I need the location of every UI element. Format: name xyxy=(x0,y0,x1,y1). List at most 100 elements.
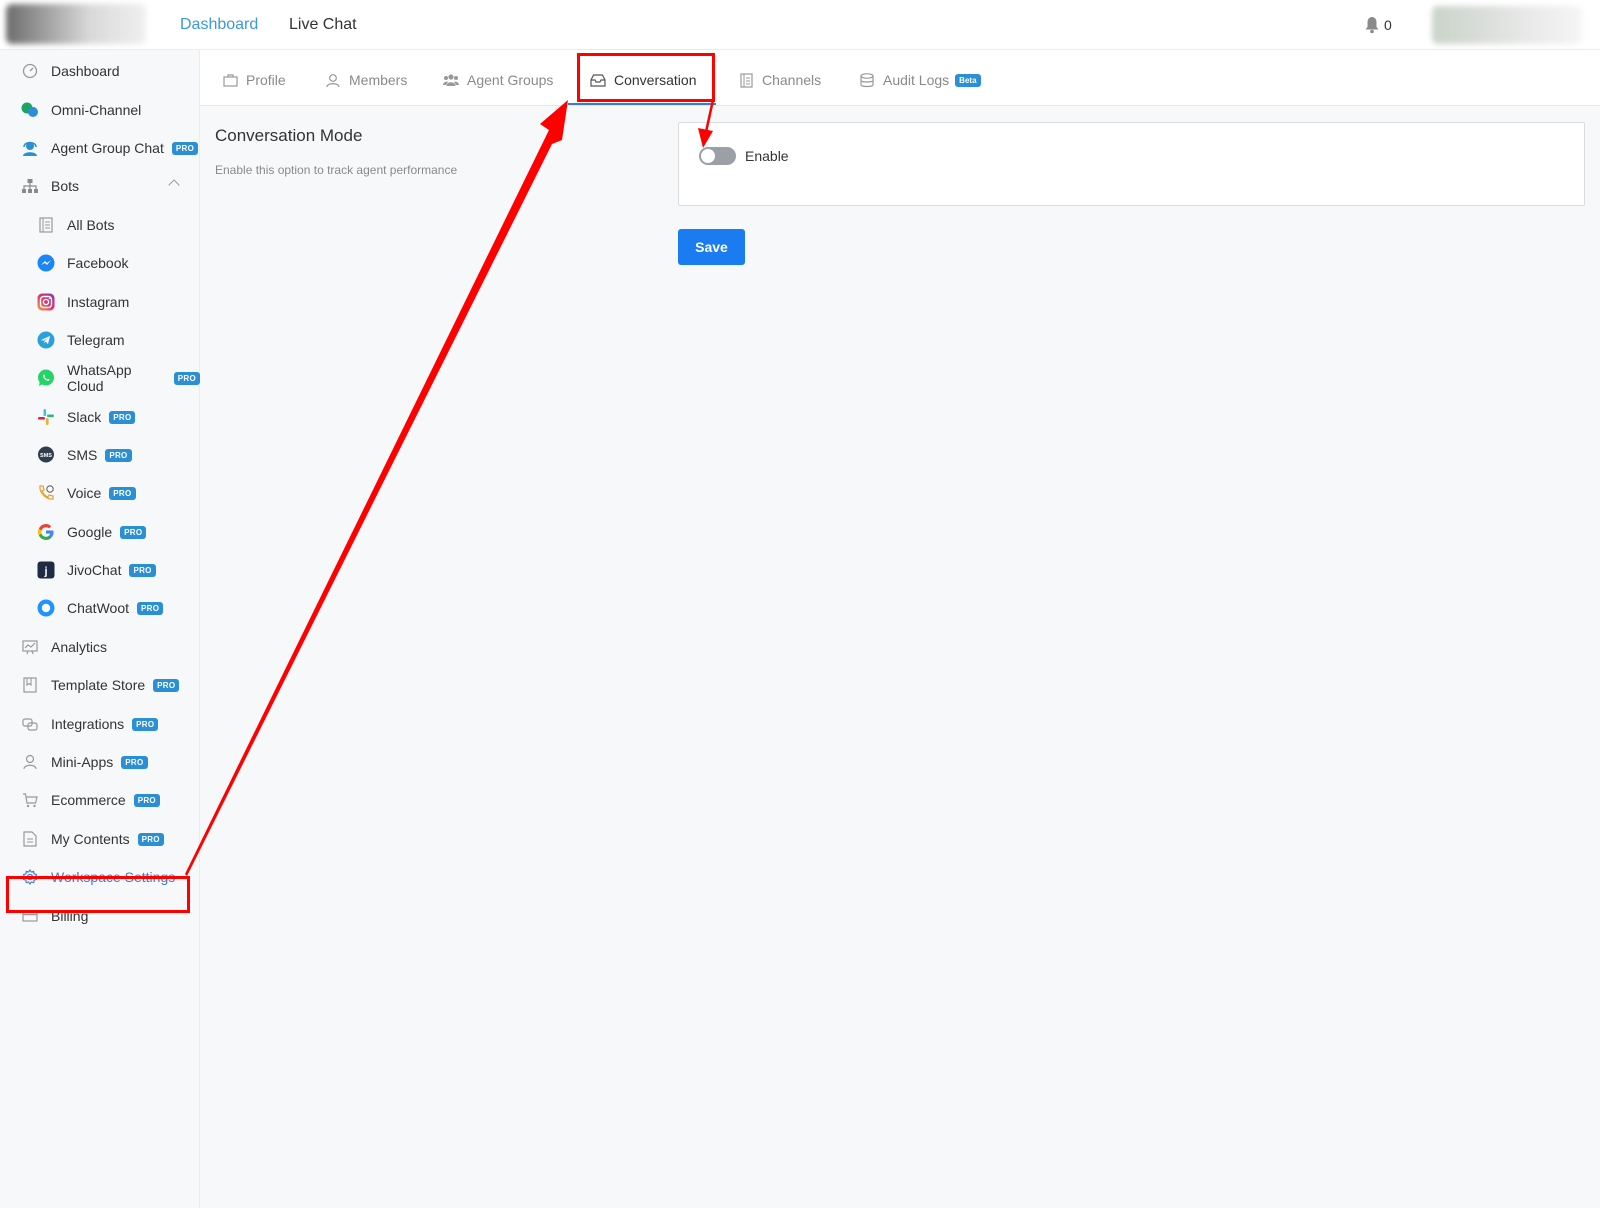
highlight-conversation-tab xyxy=(577,53,715,102)
sidebar-item-instagram[interactable]: Instagram xyxy=(0,284,200,320)
sidebar-item-label: Integrations xyxy=(51,716,125,732)
sidebar-item-label: Telegram xyxy=(67,332,125,348)
tab-audit-logs[interactable]: Audit Logs Beta xyxy=(859,70,981,90)
tab-members[interactable]: Members xyxy=(325,70,407,90)
toggle-label: Enable xyxy=(745,148,789,164)
pro-badge: PRO xyxy=(105,448,132,462)
chevron-up-icon[interactable] xyxy=(168,179,180,191)
top-bar: Dashboard Live Chat 0 xyxy=(0,0,1600,50)
sidebar-item-sms[interactable]: SMS SMS PRO xyxy=(0,437,200,473)
cart-icon xyxy=(21,791,39,809)
tab-profile[interactable]: Profile xyxy=(222,70,286,90)
sidebar-item-label: Voice xyxy=(67,485,102,501)
sidebar-item-label: Omni-Channel xyxy=(51,102,142,118)
tab-label: Profile xyxy=(246,72,286,88)
sidebar-item-telegram[interactable]: Telegram xyxy=(0,322,200,358)
sidebar-item-chatwoot[interactable]: ChatWoot PRO xyxy=(0,590,200,626)
list-page-icon xyxy=(37,216,55,234)
pro-badge: PRO xyxy=(132,717,159,731)
sidebar-item-template-store[interactable]: Template Store PRO xyxy=(0,667,200,703)
agent-headset-icon xyxy=(21,139,39,157)
analytics-chart-icon xyxy=(21,638,39,656)
sidebar-item-whatsapp-cloud[interactable]: WhatsApp Cloud PRO xyxy=(0,360,200,396)
document-icon xyxy=(21,830,39,848)
sidebar-item-label: My Contents xyxy=(51,831,130,847)
sidebar-item-label: Instagram xyxy=(67,294,130,310)
pro-badge: PRO xyxy=(129,563,156,577)
sidebar-item-label: Dashboard xyxy=(51,63,120,79)
sidebar-item-label: Template Store xyxy=(51,677,146,693)
pro-badge: PRO xyxy=(173,371,200,385)
conversation-mode-card: Enable xyxy=(678,122,1585,206)
toggle-knob xyxy=(701,149,715,163)
users-icon xyxy=(443,72,459,88)
sidebar-item-label: Google xyxy=(67,524,113,540)
sidebar-item-analytics[interactable]: Analytics xyxy=(0,629,200,665)
sidebar-item-label: All Bots xyxy=(67,217,115,233)
jivochat-icon: j xyxy=(37,561,55,579)
tab-channels[interactable]: Channels xyxy=(738,70,821,90)
sidebar: Dashboard Omni-Channel Agent Group Chat … xyxy=(0,50,200,1208)
sidebar-item-label: Ecommerce xyxy=(51,792,126,808)
dashboard-gauge-icon xyxy=(21,62,39,80)
section-title: Conversation Mode xyxy=(215,126,363,145)
chatwoot-icon xyxy=(37,599,55,617)
sidebar-item-jivochat[interactable]: j JivoChat PRO xyxy=(0,552,200,588)
sidebar-item-ecommerce[interactable]: Ecommerce PRO xyxy=(0,782,200,818)
whatsapp-icon xyxy=(37,369,55,387)
pro-badge: PRO xyxy=(121,755,148,769)
sidebar-item-label: WhatsApp Cloud xyxy=(67,362,132,394)
sidebar-item-google[interactable]: Google PRO xyxy=(0,514,200,550)
pro-badge: PRO xyxy=(153,678,180,692)
user-menu-blurred[interactable] xyxy=(1432,6,1582,44)
save-button[interactable]: Save xyxy=(678,229,745,265)
sidebar-item-label: Facebook xyxy=(67,255,129,271)
pro-badge: PRO xyxy=(171,141,199,155)
sidebar-item-mini-apps[interactable]: Mini-Apps PRO xyxy=(0,744,200,780)
pro-badge: PRO xyxy=(133,793,160,807)
sms-bubble-icon: SMS xyxy=(37,446,55,464)
svg-text:j: j xyxy=(43,566,47,578)
sidebar-item-facebook[interactable]: Facebook xyxy=(0,245,200,281)
integrations-link-icon xyxy=(21,715,39,733)
sidebar-item-agent-group-chat[interactable]: Agent Group Chat PRO xyxy=(0,130,200,166)
slack-icon xyxy=(37,408,55,426)
google-icon xyxy=(37,523,55,541)
sitemap-icon xyxy=(21,177,39,195)
top-nav-live-chat[interactable]: Live Chat xyxy=(289,16,357,34)
tab-label: Agent Groups xyxy=(467,72,554,88)
sidebar-item-voice[interactable]: Voice PRO xyxy=(0,475,200,511)
pro-badge: PRO xyxy=(137,832,164,846)
notification-count: 0 xyxy=(1384,17,1392,33)
sidebar-item-my-contents[interactable]: My Contents PRO xyxy=(0,821,200,857)
sidebar-item-label: Slack xyxy=(67,409,102,425)
user-outline-icon xyxy=(21,753,39,771)
sidebar-item-dashboard[interactable]: Dashboard xyxy=(0,53,200,89)
highlight-workspace-settings xyxy=(6,876,190,913)
bell-icon[interactable] xyxy=(1364,16,1380,34)
sidebar-item-all-bots[interactable]: All Bots xyxy=(0,207,200,243)
enable-toggle[interactable] xyxy=(699,147,736,165)
logo-blurred[interactable] xyxy=(6,4,146,44)
sidebar-item-slack[interactable]: Slack PRO xyxy=(0,399,200,435)
settings-tab-bar: Profile Members Agent Groups Conversatio… xyxy=(200,50,1600,106)
instagram-icon xyxy=(37,293,55,311)
sidebar-item-bots[interactable]: Bots xyxy=(0,168,200,204)
sidebar-item-label: Agent Group Chat xyxy=(51,140,164,156)
tab-label: Members xyxy=(349,72,408,88)
messenger-icon xyxy=(37,254,55,272)
section-description: Enable this option to track agent perfor… xyxy=(215,163,458,177)
tab-label: Channels xyxy=(762,72,822,88)
sidebar-item-integrations[interactable]: Integrations PRO xyxy=(0,706,200,742)
pro-badge: PRO xyxy=(109,410,136,424)
top-nav-dashboard[interactable]: Dashboard xyxy=(180,16,258,34)
pro-badge: PRO xyxy=(137,601,164,615)
sidebar-item-omni-channel[interactable]: Omni-Channel xyxy=(0,92,200,128)
database-icon xyxy=(859,72,875,88)
main-content: Profile Members Agent Groups Conversatio… xyxy=(200,50,1600,1208)
pro-badge: PRO xyxy=(120,525,147,539)
briefcase-icon xyxy=(222,72,238,88)
list-icon xyxy=(738,72,754,88)
tab-agent-groups[interactable]: Agent Groups xyxy=(443,70,553,90)
sidebar-item-label: SMS xyxy=(67,447,98,463)
